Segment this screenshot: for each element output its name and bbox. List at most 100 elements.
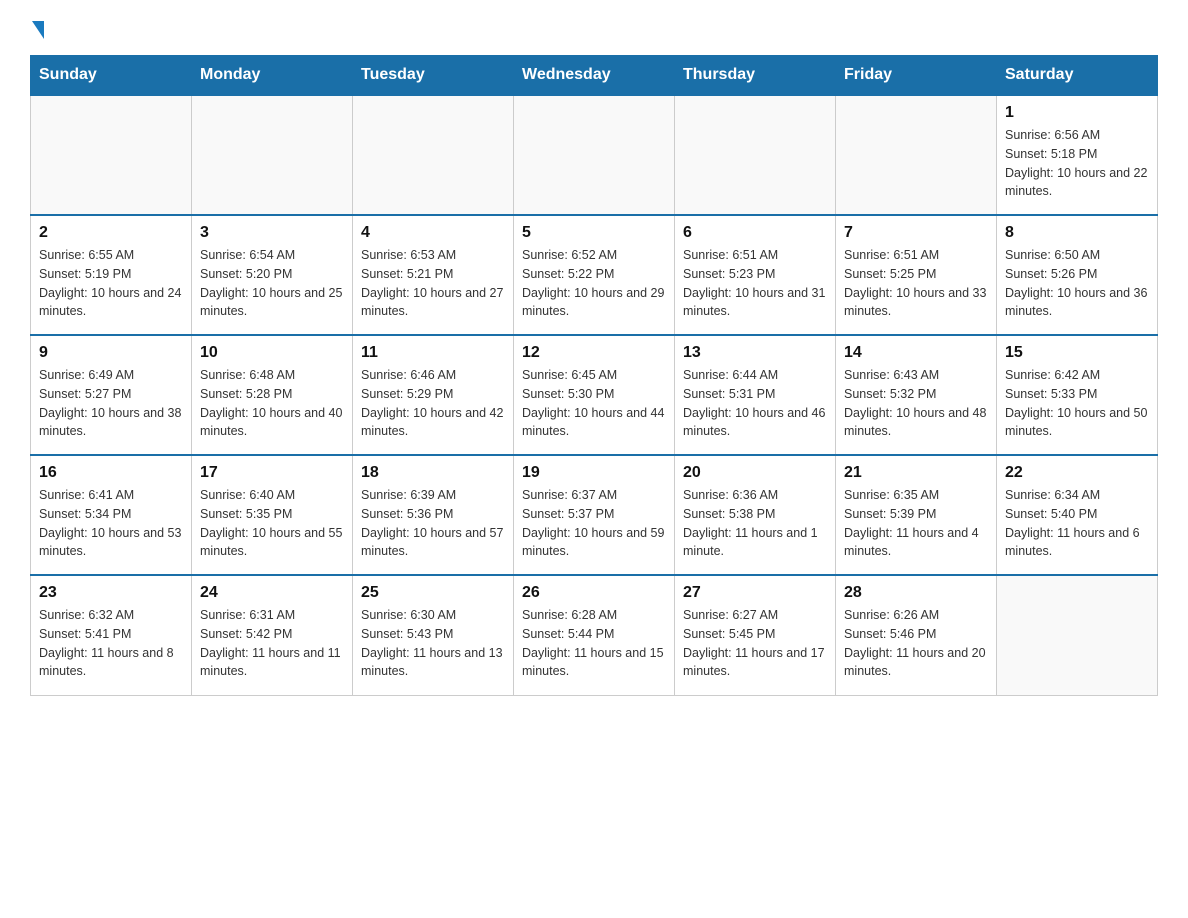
calendar-cell: [675, 95, 836, 215]
day-number: 3: [200, 224, 344, 242]
day-info: Sunrise: 6:41 AMSunset: 5:34 PMDaylight:…: [39, 486, 183, 561]
day-number: 24: [200, 584, 344, 602]
day-number: 12: [522, 344, 666, 362]
calendar-cell: 15 Sunrise: 6:42 AMSunset: 5:33 PMDayligh…: [997, 335, 1158, 455]
day-info: Sunrise: 6:27 AMSunset: 5:45 PMDaylight:…: [683, 606, 827, 681]
day-number: 16: [39, 464, 183, 482]
calendar-cell: 24 Sunrise: 6:31 AMSunset: 5:42 PMDayligh…: [192, 575, 353, 695]
calendar-cell: 1 Sunrise: 6:56 AMSunset: 5:18 PMDaylight…: [997, 95, 1158, 215]
day-info: Sunrise: 6:53 AMSunset: 5:21 PMDaylight:…: [361, 246, 505, 321]
day-info: Sunrise: 6:56 AMSunset: 5:18 PMDaylight:…: [1005, 126, 1149, 201]
calendar-cell: 27 Sunrise: 6:27 AMSunset: 5:45 PMDayligh…: [675, 575, 836, 695]
day-number: 23: [39, 584, 183, 602]
day-number: 13: [683, 344, 827, 362]
calendar-cell: 18 Sunrise: 6:39 AMSunset: 5:36 PMDayligh…: [353, 455, 514, 575]
calendar-cell: [514, 95, 675, 215]
logo-general-text: [30, 25, 44, 39]
day-number: 6: [683, 224, 827, 242]
calendar-cell: 9 Sunrise: 6:49 AMSunset: 5:27 PMDaylight…: [31, 335, 192, 455]
day-number: 10: [200, 344, 344, 362]
calendar-cell: 7Sunrise: 6:51 AMSunset: 5:25 PMDaylight…: [836, 215, 997, 335]
day-info: Sunrise: 6:31 AMSunset: 5:42 PMDaylight:…: [200, 606, 344, 681]
calendar-cell: 26 Sunrise: 6:28 AMSunset: 5:44 PMDayligh…: [514, 575, 675, 695]
week-row-1: 1 Sunrise: 6:56 AMSunset: 5:18 PMDaylight…: [31, 95, 1158, 215]
day-info: Sunrise: 6:44 AMSunset: 5:31 PMDaylight:…: [683, 366, 827, 441]
day-number: 8: [1005, 224, 1149, 242]
calendar-cell: 17 Sunrise: 6:40 AMSunset: 5:35 PMDayligh…: [192, 455, 353, 575]
day-info: Sunrise: 6:52 AMSunset: 5:22 PMDaylight:…: [522, 246, 666, 321]
week-row-2: 2 Sunrise: 6:55 AMSunset: 5:19 PMDaylight…: [31, 215, 1158, 335]
day-number: 18: [361, 464, 505, 482]
calendar-cell: 19Sunrise: 6:37 AMSunset: 5:37 PMDayligh…: [514, 455, 675, 575]
day-header-sunday: Sunday: [31, 56, 192, 96]
day-info: Sunrise: 6:45 AMSunset: 5:30 PMDaylight:…: [522, 366, 666, 441]
calendar-cell: [353, 95, 514, 215]
calendar-cell: 13 Sunrise: 6:44 AMSunset: 5:31 PMDayligh…: [675, 335, 836, 455]
day-info: Sunrise: 6:55 AMSunset: 5:19 PMDaylight:…: [39, 246, 183, 321]
day-number: 17: [200, 464, 344, 482]
calendar-cell: 2 Sunrise: 6:55 AMSunset: 5:19 PMDaylight…: [31, 215, 192, 335]
day-info: Sunrise: 6:51 AMSunset: 5:23 PMDaylight:…: [683, 246, 827, 321]
day-number: 1: [1005, 104, 1149, 122]
calendar-cell: 25Sunrise: 6:30 AMSunset: 5:43 PMDayligh…: [353, 575, 514, 695]
calendar-cell: 10 Sunrise: 6:48 AMSunset: 5:28 PMDayligh…: [192, 335, 353, 455]
day-number: 26: [522, 584, 666, 602]
day-number: 27: [683, 584, 827, 602]
day-number: 20: [683, 464, 827, 482]
calendar-cell: 11 Sunrise: 6:46 AMSunset: 5:29 PMDayligh…: [353, 335, 514, 455]
day-number: 5: [522, 224, 666, 242]
calendar-cell: 6 Sunrise: 6:51 AMSunset: 5:23 PMDaylight…: [675, 215, 836, 335]
day-info: Sunrise: 6:37 AMSunset: 5:37 PMDaylight:…: [522, 486, 666, 561]
calendar-cell: 28Sunrise: 6:26 AMSunset: 5:46 PMDayligh…: [836, 575, 997, 695]
day-info: Sunrise: 6:35 AMSunset: 5:39 PMDaylight:…: [844, 486, 988, 561]
calendar-cell: 21Sunrise: 6:35 AMSunset: 5:39 PMDayligh…: [836, 455, 997, 575]
day-info: Sunrise: 6:46 AMSunset: 5:29 PMDaylight:…: [361, 366, 505, 441]
week-row-5: 23 Sunrise: 6:32 AMSunset: 5:41 PMDayligh…: [31, 575, 1158, 695]
page-header: [30, 20, 1158, 35]
day-number: 15: [1005, 344, 1149, 362]
calendar-cell: [192, 95, 353, 215]
day-info: Sunrise: 6:49 AMSunset: 5:27 PMDaylight:…: [39, 366, 183, 441]
day-info: Sunrise: 6:42 AMSunset: 5:33 PMDaylight:…: [1005, 366, 1149, 441]
day-header-wednesday: Wednesday: [514, 56, 675, 96]
calendar-cell: 4 Sunrise: 6:53 AMSunset: 5:21 PMDaylight…: [353, 215, 514, 335]
day-info: Sunrise: 6:32 AMSunset: 5:41 PMDaylight:…: [39, 606, 183, 681]
day-number: 4: [361, 224, 505, 242]
calendar-cell: [836, 95, 997, 215]
day-header-thursday: Thursday: [675, 56, 836, 96]
calendar-cell: 14 Sunrise: 6:43 AMSunset: 5:32 PMDayligh…: [836, 335, 997, 455]
calendar-cell: [997, 575, 1158, 695]
week-row-4: 16 Sunrise: 6:41 AMSunset: 5:34 PMDayligh…: [31, 455, 1158, 575]
day-info: Sunrise: 6:43 AMSunset: 5:32 PMDaylight:…: [844, 366, 988, 441]
day-header-saturday: Saturday: [997, 56, 1158, 96]
day-number: 7: [844, 224, 988, 242]
calendar-cell: 12 Sunrise: 6:45 AMSunset: 5:30 PMDayligh…: [514, 335, 675, 455]
day-info: Sunrise: 6:48 AMSunset: 5:28 PMDaylight:…: [200, 366, 344, 441]
day-number: 22: [1005, 464, 1149, 482]
day-number: 9: [39, 344, 183, 362]
calendar-cell: 16 Sunrise: 6:41 AMSunset: 5:34 PMDayligh…: [31, 455, 192, 575]
calendar-cell: 3 Sunrise: 6:54 AMSunset: 5:20 PMDaylight…: [192, 215, 353, 335]
day-info: Sunrise: 6:39 AMSunset: 5:36 PMDaylight:…: [361, 486, 505, 561]
day-number: 11: [361, 344, 505, 362]
day-info: Sunrise: 6:28 AMSunset: 5:44 PMDaylight:…: [522, 606, 666, 681]
day-header-monday: Monday: [192, 56, 353, 96]
logo: [30, 20, 44, 35]
day-info: Sunrise: 6:30 AMSunset: 5:43 PMDaylight:…: [361, 606, 505, 681]
calendar-cell: [31, 95, 192, 215]
day-info: Sunrise: 6:40 AMSunset: 5:35 PMDaylight:…: [200, 486, 344, 561]
day-number: 14: [844, 344, 988, 362]
calendar-table: SundayMondayTuesdayWednesdayThursdayFrid…: [30, 55, 1158, 696]
day-info: Sunrise: 6:36 AMSunset: 5:38 PMDaylight:…: [683, 486, 827, 561]
calendar-cell: 5 Sunrise: 6:52 AMSunset: 5:22 PMDaylight…: [514, 215, 675, 335]
day-info: Sunrise: 6:50 AMSunset: 5:26 PMDaylight:…: [1005, 246, 1149, 321]
calendar-cell: 20 Sunrise: 6:36 AMSunset: 5:38 PMDayligh…: [675, 455, 836, 575]
day-header-tuesday: Tuesday: [353, 56, 514, 96]
day-info: Sunrise: 6:54 AMSunset: 5:20 PMDaylight:…: [200, 246, 344, 321]
day-number: 28: [844, 584, 988, 602]
day-info: Sunrise: 6:34 AMSunset: 5:40 PMDaylight:…: [1005, 486, 1149, 561]
day-number: 2: [39, 224, 183, 242]
logo-arrow-icon: [32, 21, 44, 39]
calendar-cell: 8 Sunrise: 6:50 AMSunset: 5:26 PMDaylight…: [997, 215, 1158, 335]
calendar-cell: 22 Sunrise: 6:34 AMSunset: 5:40 PMDayligh…: [997, 455, 1158, 575]
